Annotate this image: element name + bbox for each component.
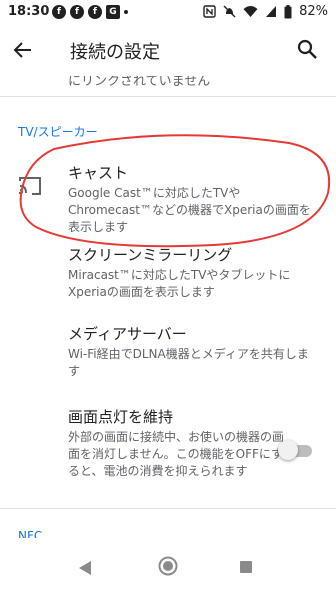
- battery-icon: [284, 4, 292, 18]
- item-summary: Google Cast™に対応したTVやChromecast™などの機器でXpe…: [68, 186, 311, 234]
- page-title: 接続の設定: [70, 42, 160, 63]
- item-title: スクリーンミラーリング: [68, 246, 233, 264]
- list-item-cast[interactable]: キャスト Google Cast™に対応したTVやChromecast™などの機…: [0, 154, 336, 234]
- item-summary: 外部の画面に接続中、お使いの機器の画面を消灯しません。この機能をOFFにすると、…: [68, 430, 285, 478]
- keep-screen-on-toggle[interactable]: [278, 440, 312, 460]
- item-title: キャスト: [68, 164, 129, 182]
- partial-item-summary: にリンクされていません: [68, 76, 211, 89]
- status-time: 18:30: [8, 4, 50, 19]
- toggle-thumb: [278, 440, 298, 460]
- item-title: メディアサーバー: [68, 325, 187, 343]
- divider: [0, 508, 336, 509]
- app-bar: 接続の設定: [0, 24, 336, 76]
- search-icon: [297, 39, 317, 59]
- list-item-media-server[interactable]: メディアサーバー Wi-Fi経由でDLNA機器とメディアを共有します: [0, 313, 336, 383]
- cast-icon: [18, 177, 41, 195]
- back-button[interactable]: [12, 36, 40, 64]
- mute-icon: [223, 5, 236, 18]
- arrow-back-icon: [13, 42, 31, 58]
- list-item-keep-screen-on[interactable]: 画面点灯を維持 外部の画面に接続中、お使いの機器の画面を消灯しません。この機能を…: [0, 396, 336, 496]
- navigation-bar: [0, 540, 336, 596]
- item-summary: Miracast™に対応したTVやタブレットにXperiaの画面を表示します: [68, 268, 291, 299]
- facebook-icon: f: [52, 5, 66, 19]
- signal-icon: [266, 6, 277, 17]
- section-header-nfc: NFC: [18, 529, 43, 538]
- item-title: 画面点灯を維持: [68, 408, 174, 426]
- section-header-tv-speaker: TV/スピーカー: [18, 125, 98, 139]
- settings-list[interactable]: にリンクされていません TV/スピーカー キャスト Google Cast™に対…: [0, 76, 336, 538]
- facebook-icon: f: [70, 5, 84, 19]
- status-bar: 18:30 f f f G 82%: [0, 0, 336, 24]
- nav-home-icon[interactable]: [158, 556, 178, 576]
- notification-icons: f f f G: [52, 5, 128, 19]
- search-button[interactable]: [296, 35, 322, 63]
- app-icon: G: [106, 5, 120, 19]
- divider: [0, 96, 336, 97]
- item-summary: Wi-Fi経由でDLNA機器とメディアを共有します: [68, 347, 309, 378]
- status-right: 82%: [203, 4, 328, 19]
- battery-percent: 82%: [299, 4, 328, 19]
- nfc-icon: [203, 5, 216, 18]
- wifi-icon: [243, 6, 258, 17]
- list-item-screen-mirroring[interactable]: スクリーンミラーリング Miracast™に対応したTVやタブレットにXperi…: [0, 236, 336, 306]
- facebook-icon: f: [88, 5, 102, 19]
- nav-back-icon[interactable]: [78, 560, 92, 576]
- more-notifications-icon: [124, 10, 128, 14]
- nav-recents-icon[interactable]: [240, 561, 252, 573]
